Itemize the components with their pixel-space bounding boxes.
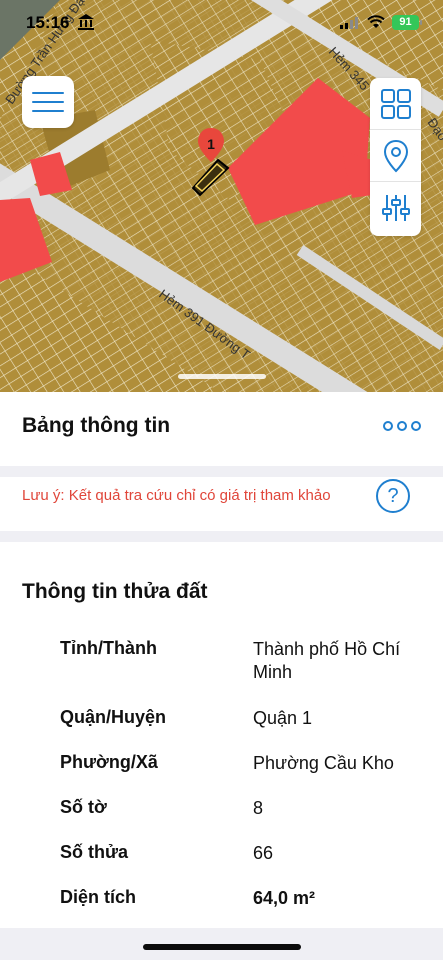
wifi-icon: [367, 15, 385, 28]
grid-icon: [380, 88, 411, 119]
disclaimer-text: Lưu ý: Kết quả tra cứu chỉ có giá trị th…: [22, 487, 331, 504]
info-value: Thành phố Hồ Chí Minh: [253, 639, 401, 682]
panel-header: Bảng thông tin: [0, 392, 443, 466]
status-bar: 15:16 91: [0, 0, 443, 46]
signal-icon: [340, 17, 358, 29]
layers-grid-button[interactable]: [370, 78, 421, 130]
app-screen: Đường Trần Hưng Đạo Hẻm 345 Hẻm 391 Đườn…: [0, 0, 443, 960]
parcel-info-title: Thông tin thửa đất: [22, 580, 208, 603]
sliders-icon: [381, 195, 410, 221]
menu-button[interactable]: [22, 76, 74, 128]
sheet-drag-handle[interactable]: [178, 374, 266, 379]
info-value: Phường Cầu Kho: [253, 753, 394, 773]
disclaimer-row: Lưu ý: Kết quả tra cứu chỉ có giá trị th…: [0, 477, 443, 531]
more-dots-icon: [383, 421, 393, 431]
panel-title: Bảng thông tin: [22, 414, 171, 437]
home-indicator[interactable]: [143, 944, 301, 950]
map-tools-panel: [370, 78, 421, 236]
parcel-info-card: Thông tin thửa đất Tỉnh/Thành Thành phố …: [0, 542, 443, 928]
info-sheet: Bảng thông tin Lưu ý: Kết quả tra cứu ch…: [0, 392, 443, 960]
hamburger-icon: [32, 92, 64, 94]
info-label: Quận/Huyện: [60, 707, 167, 727]
bank-icon: [78, 14, 94, 30]
info-label: Tỉnh/Thành: [60, 638, 157, 658]
battery-indicator: 91: [392, 15, 422, 30]
help-button[interactable]: ?: [376, 479, 410, 513]
info-value: 64,0 m²: [253, 888, 316, 908]
info-label: Phường/Xã: [60, 752, 158, 772]
status-time: 15:16: [26, 13, 70, 32]
info-value: Quận 1: [253, 708, 313, 728]
info-value: 8: [253, 798, 264, 818]
filter-button[interactable]: [370, 182, 421, 234]
marker-label: 1: [207, 136, 215, 152]
location-pin-icon: [383, 139, 408, 172]
info-label: Số thửa: [60, 842, 129, 862]
map-view[interactable]: Đường Trần Hưng Đạo Hẻm 345 Hẻm 391 Đườn…: [0, 0, 443, 392]
more-options-button[interactable]: [383, 418, 421, 434]
info-label: Diện tích: [60, 887, 137, 907]
locate-button[interactable]: [370, 130, 421, 182]
info-label: Số tờ: [60, 797, 107, 817]
info-value: 66: [253, 843, 274, 863]
